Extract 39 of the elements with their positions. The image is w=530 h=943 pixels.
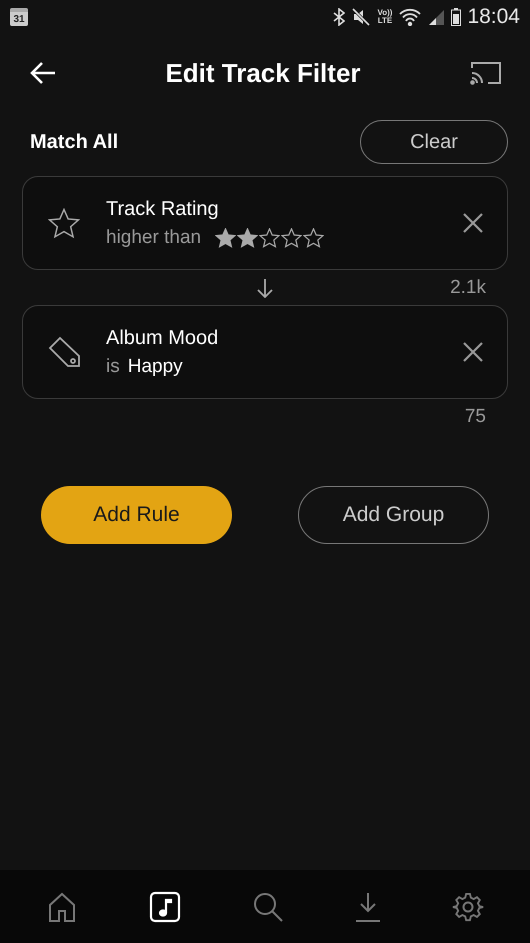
add-group-button[interactable]: Add Group <box>298 486 489 544</box>
close-icon <box>463 213 483 233</box>
filled-star-icon <box>215 228 236 248</box>
empty-star-icon <box>281 228 302 248</box>
download-icon <box>355 890 382 922</box>
match-count: 2.1k <box>450 276 486 298</box>
rule-card[interactable]: Album Mood is Happy <box>22 305 508 399</box>
star-icon <box>48 208 80 238</box>
rule-value: Happy <box>128 356 183 378</box>
battery-icon <box>451 8 462 26</box>
back-arrow-icon <box>30 61 56 85</box>
add-rule-button[interactable]: Add Rule <box>41 486 232 544</box>
rule-card[interactable]: Track Rating higher than <box>22 176 508 270</box>
rule-field: Album Mood <box>106 326 463 350</box>
status-time: 18:04 <box>467 5 520 29</box>
rule-field: Track Rating <box>106 198 463 220</box>
music-note-icon <box>148 890 181 922</box>
empty-star-icon <box>303 228 324 248</box>
tag-icon <box>48 336 80 368</box>
volte-indicator: Vo)) LTE <box>377 9 392 25</box>
page-title: Edit Track Filter <box>165 58 361 88</box>
rule-operator: is <box>106 356 120 378</box>
search-icon <box>252 890 284 922</box>
calendar-date-icon: 31 <box>10 8 28 26</box>
wifi-icon <box>399 8 422 26</box>
rule-operator: higher than <box>106 226 202 248</box>
settings-icon <box>452 890 484 922</box>
bluetooth-icon <box>333 8 346 26</box>
filled-star-icon <box>237 228 258 248</box>
cast-icon <box>470 61 502 85</box>
match-count: 75 <box>464 406 486 428</box>
close-icon <box>463 342 483 362</box>
muted-speaker-icon <box>352 8 370 26</box>
remove-rule-button[interactable] <box>463 342 483 362</box>
clear-button[interactable]: Clear <box>360 120 508 164</box>
remove-rule-button[interactable] <box>463 213 483 233</box>
signal-icon <box>428 9 444 25</box>
down-arrow-icon <box>256 278 274 298</box>
match-mode-label: Match All <box>30 130 118 154</box>
